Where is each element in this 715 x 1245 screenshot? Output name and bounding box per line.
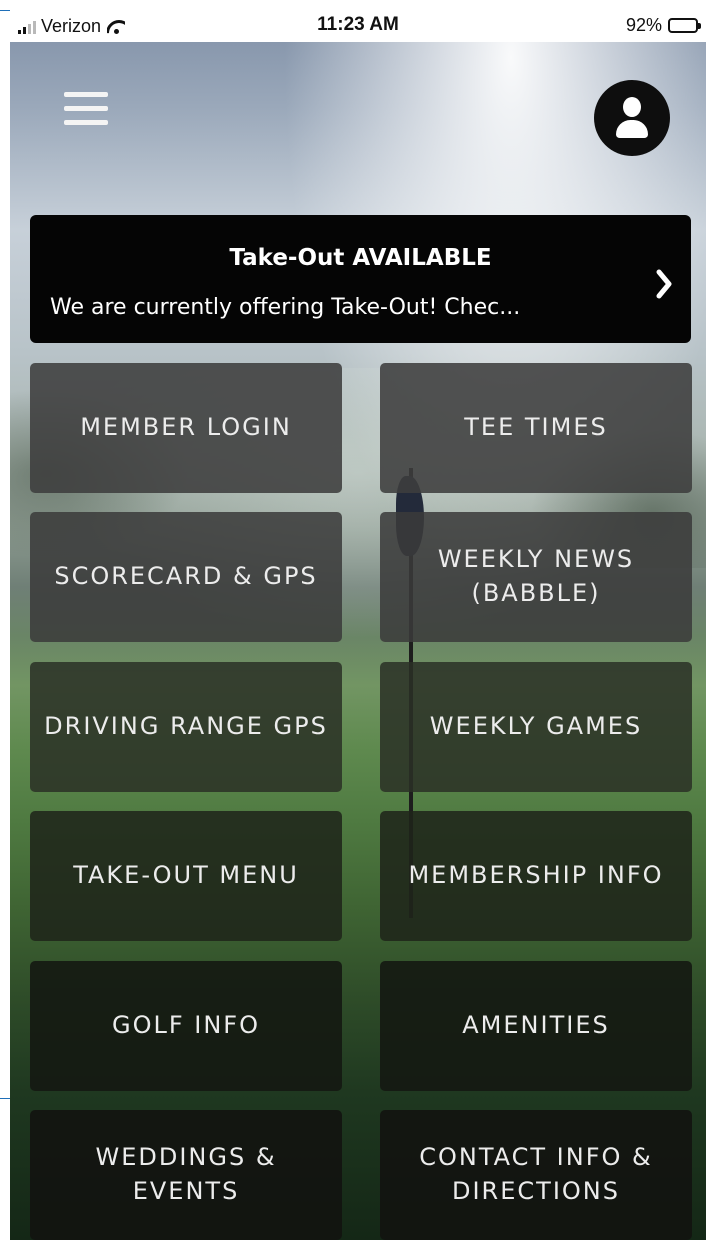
membership-info-button[interactable]: MEMBERSHIP INFO (380, 811, 692, 941)
contact-info-directions-button[interactable]: CONTACT INFO & DIRECTIONS (380, 1110, 692, 1240)
battery-icon (668, 18, 701, 33)
weddings-events-button[interactable]: WEDDINGS & EVENTS (30, 1110, 342, 1240)
weekly-news-button[interactable]: WEEKLY NEWS (BABBLE) (380, 512, 692, 642)
banner-title: Take-Out AVAILABLE (229, 245, 492, 271)
scorecard-gps-button[interactable]: SCORECARD & GPS (30, 512, 342, 642)
battery-percent: 92% (625, 15, 662, 35)
golf-info-button[interactable]: GOLF INFO (30, 961, 342, 1091)
app-screen: Verizon 11:23 AM 92% Take-Out AVAILABLE … (10, 8, 706, 1240)
status-bar: Verizon 11:23 AM 92% (10, 8, 706, 42)
banner-text: We are currently offering Take-Out! Chec… (50, 295, 521, 320)
status-right: 92% (625, 15, 701, 36)
amenities-button[interactable]: AMENITIES (380, 961, 692, 1091)
status-time: 11:23 AM (317, 14, 399, 35)
take-out-menu-button[interactable]: TAKE-OUT MENU (30, 811, 342, 941)
chevron-right-icon (656, 269, 672, 299)
user-profile-icon[interactable] (594, 80, 670, 156)
take-out-banner[interactable]: Take-Out AVAILABLE We are currently offe… (30, 215, 691, 343)
driving-range-gps-button[interactable]: DRIVING RANGE GPS (30, 662, 342, 792)
tee-times-button[interactable]: TEE TIMES (380, 363, 692, 493)
member-login-button[interactable]: MEMBER LOGIN (30, 363, 342, 493)
screenshot-frame: Verizon 11:23 AM 92% Take-Out AVAILABLE … (0, 0, 715, 1245)
weekly-games-button[interactable]: WEEKLY GAMES (380, 662, 692, 792)
hamburger-menu-icon[interactable] (64, 92, 108, 132)
